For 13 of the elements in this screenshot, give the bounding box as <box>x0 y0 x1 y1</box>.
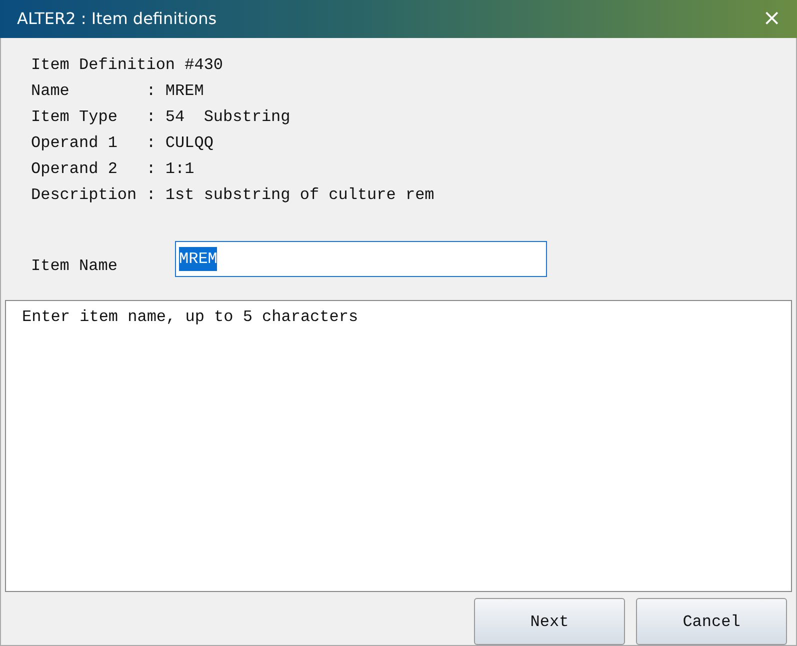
item-name-label: Item Name <box>31 256 118 277</box>
definition-line: Item Type : 54 Substring <box>31 107 292 128</box>
definition-line: Name : MREM <box>31 81 205 102</box>
close-button[interactable]: × <box>760 8 783 30</box>
message-text: Enter item name, up to 5 characters <box>5 300 792 592</box>
item-name-field[interactable]: MREM <box>175 241 547 277</box>
definition-line: Description : 1st substring of culture rem <box>31 185 436 206</box>
definition-line: Operand 1 : CULQQ <box>31 133 214 154</box>
definition-line: Item Definition #430 <box>31 55 224 76</box>
window-title: ALTER2 : Item definitions <box>17 8 217 30</box>
dialog-button[interactable]: Next <box>474 598 625 645</box>
definition-line: Operand 2 : 1:1 <box>31 159 196 180</box>
dialog-button[interactable]: Cancel <box>636 598 787 645</box>
